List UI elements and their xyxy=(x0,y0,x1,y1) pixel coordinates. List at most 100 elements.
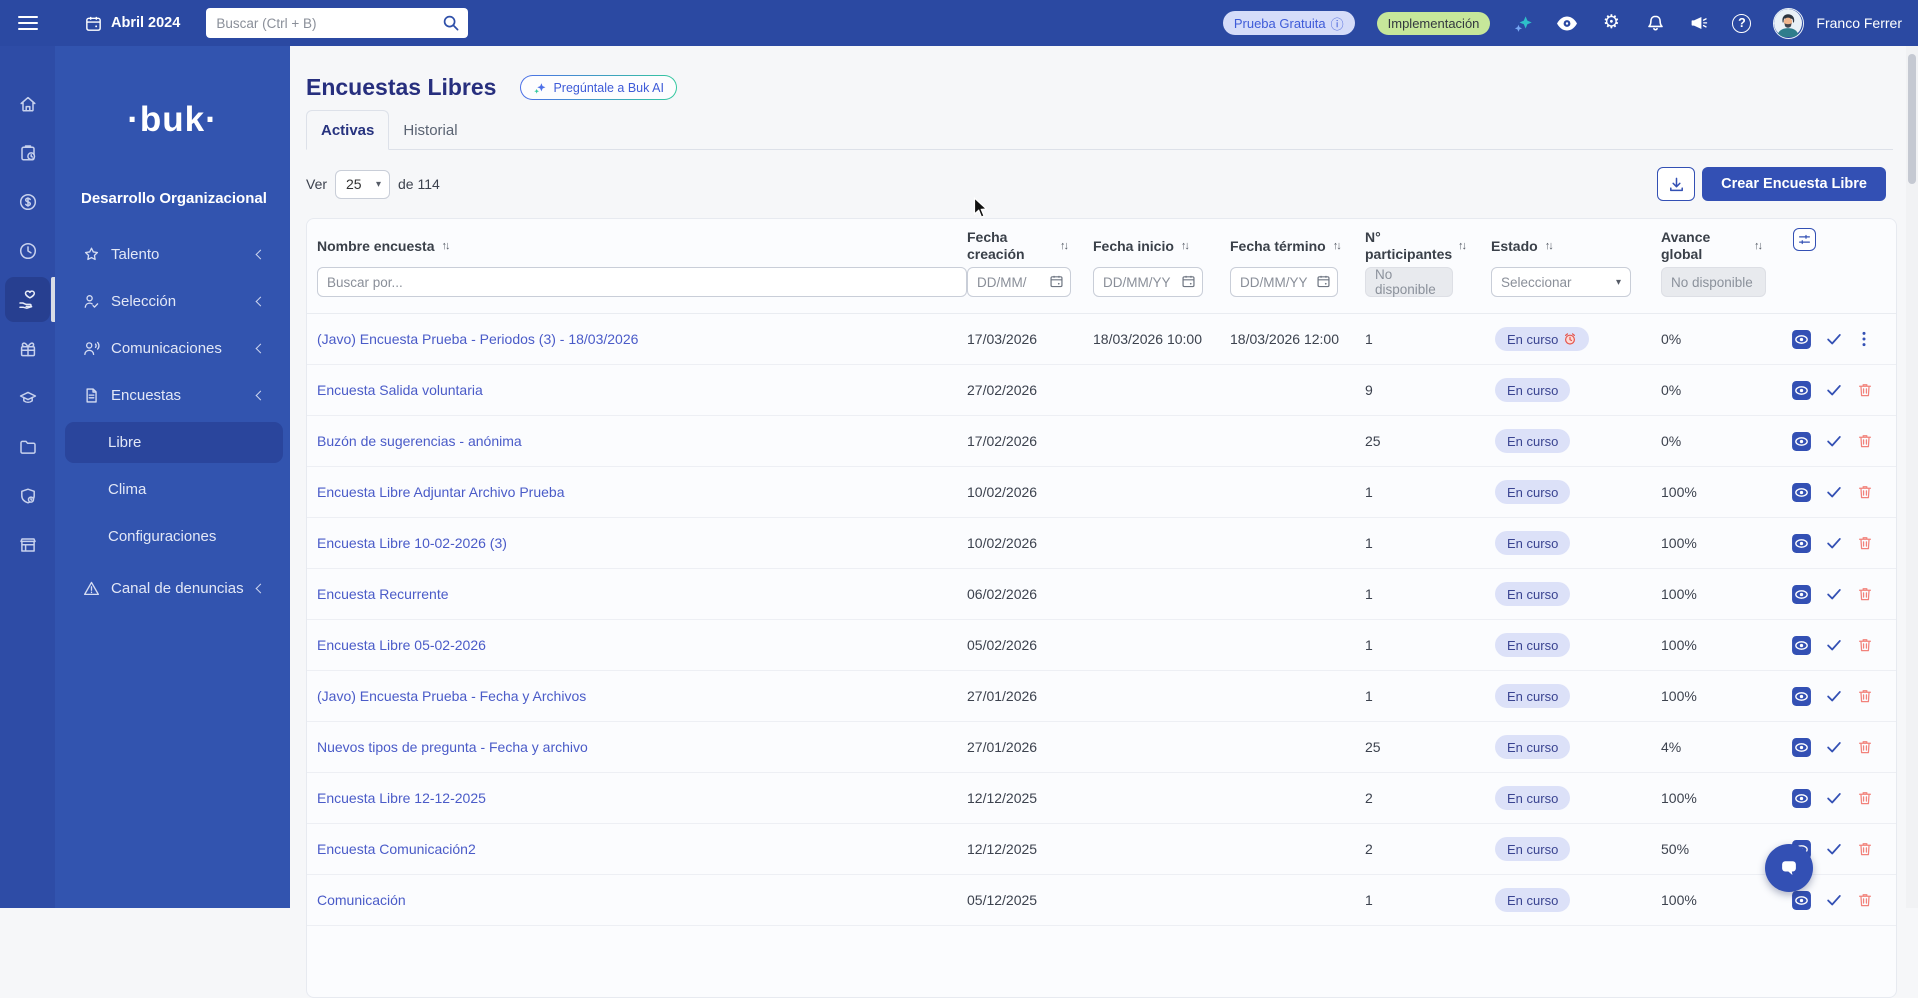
sidebar-item-encuestas[interactable]: Encuestas xyxy=(55,372,290,419)
sort-icon[interactable]: ↑↓ xyxy=(1545,238,1554,255)
survey-name-link[interactable]: Encuesta Libre 10-02-2026 (3) xyxy=(317,535,507,551)
rail-folder-icon[interactable] xyxy=(0,422,55,471)
rail-dollar-icon[interactable] xyxy=(0,177,55,226)
column-settings-button[interactable] xyxy=(1793,228,1816,251)
sparkle-ai-icon[interactable] xyxy=(1512,12,1534,34)
survey-name-link[interactable]: Buzón de sugerencias - anónima xyxy=(317,433,522,449)
search-icon[interactable] xyxy=(442,14,460,37)
rail-store-icon[interactable] xyxy=(0,520,55,569)
help-icon[interactable]: ? xyxy=(1732,13,1752,33)
rail-gift-icon[interactable] xyxy=(0,324,55,373)
calendar-icon[interactable] xyxy=(1316,274,1331,294)
survey-name-link[interactable]: Encuesta Comunicación2 xyxy=(317,841,476,857)
check-icon-button[interactable] xyxy=(1825,687,1843,705)
preview-eye-icon-button[interactable] xyxy=(1791,737,1812,758)
preview-eye-icon-button[interactable] xyxy=(1791,890,1812,911)
sort-icon[interactable]: ↑↓ xyxy=(1333,238,1342,255)
tab-historial[interactable]: Historial xyxy=(389,110,471,150)
column-header-fecha-inicio[interactable]: Fecha inicio ↑↓ xyxy=(1093,238,1230,255)
rail-clipboard-clock-icon[interactable] xyxy=(0,128,55,177)
column-header-fecha-creacion[interactable]: Fecha creación ↑↓ xyxy=(967,229,1093,263)
trash-icon-button[interactable] xyxy=(1856,738,1874,756)
check-icon-button[interactable] xyxy=(1825,534,1843,552)
trial-badge[interactable]: Prueba Gratuita ⓘ xyxy=(1222,11,1355,35)
hamburger-menu-icon[interactable] xyxy=(18,16,38,30)
survey-name-link[interactable]: (Javo) Encuesta Prueba - Fecha y Archivo… xyxy=(317,688,586,704)
survey-name-link[interactable]: Encuesta Recurrente xyxy=(317,586,449,602)
gear-icon[interactable]: ⚙ xyxy=(1600,12,1622,34)
survey-name-link[interactable]: Encuesta Libre 05-02-2026 xyxy=(317,637,486,653)
survey-name-link[interactable]: Encuesta Libre 12-12-2025 xyxy=(317,790,486,806)
avatar[interactable] xyxy=(1773,7,1805,39)
column-header-estado[interactable]: Estado ↑↓ xyxy=(1491,238,1661,255)
trash-icon-button[interactable] xyxy=(1856,840,1874,858)
check-icon-button[interactable] xyxy=(1825,636,1843,654)
preview-eye-icon-button[interactable] xyxy=(1791,329,1812,350)
preview-eye-icon-button[interactable] xyxy=(1791,431,1812,452)
column-header-avance[interactable]: Avance global ↑↓ xyxy=(1661,229,1791,263)
column-header-fecha-termino[interactable]: Fecha término ↑↓ xyxy=(1230,238,1365,255)
rail-home-icon[interactable] xyxy=(0,79,55,128)
vertical-scrollbar[interactable] xyxy=(1906,46,1918,908)
preview-eye-icon-button[interactable] xyxy=(1791,686,1812,707)
bell-icon[interactable] xyxy=(1644,12,1666,34)
survey-name-link[interactable]: Comunicación xyxy=(317,892,406,908)
tab-activas[interactable]: Activas xyxy=(306,110,390,150)
implementation-badge[interactable]: Implementación xyxy=(1376,11,1491,35)
trash-icon-button[interactable] xyxy=(1856,585,1874,603)
preview-eye-icon-button[interactable] xyxy=(1791,482,1812,503)
rail-clock-icon[interactable] xyxy=(0,226,55,275)
filter-estado-select[interactable]: Seleccionar ▾ xyxy=(1491,267,1631,297)
sidebar-item-comunicaciones[interactable]: Comunicaciones xyxy=(55,325,290,372)
calendar-icon[interactable] xyxy=(1181,274,1196,294)
trash-icon-button[interactable] xyxy=(1856,534,1874,552)
sidebar-item-talento[interactable]: Talento xyxy=(55,231,290,278)
survey-name-link[interactable]: Nuevos tipos de pregunta - Fecha y archi… xyxy=(317,739,588,755)
sidebar-subitem-clima[interactable]: Clima xyxy=(55,466,290,513)
create-survey-button[interactable]: Crear Encuesta Libre xyxy=(1702,167,1886,201)
sort-icon[interactable]: ↑↓ xyxy=(1458,238,1467,255)
preview-eye-icon-button[interactable] xyxy=(1791,788,1812,809)
sidebar-item-canal-denuncias[interactable]: Canal de denuncias xyxy=(55,565,290,612)
trash-icon-button[interactable] xyxy=(1856,789,1874,807)
column-header-nombre[interactable]: Nombre encuesta ↑↓ xyxy=(317,238,967,255)
check-icon-button[interactable] xyxy=(1825,891,1843,909)
sidebar-subitem-libre[interactable]: Libre xyxy=(55,419,290,466)
ask-buk-ai-button[interactable]: Pregúntale a Buk AI xyxy=(520,75,677,100)
sort-icon[interactable]: ↑↓ xyxy=(1060,238,1069,255)
download-button[interactable] xyxy=(1657,167,1696,201)
preview-eye-icon-button[interactable] xyxy=(1791,380,1812,401)
trash-icon-button[interactable] xyxy=(1856,636,1874,654)
column-header-participantes[interactable]: N° participantes ↑↓ xyxy=(1365,229,1491,263)
survey-name-link[interactable]: (Javo) Encuesta Prueba - Periodos (3) - … xyxy=(317,331,638,347)
trash-icon-button[interactable] xyxy=(1856,687,1874,705)
trash-icon-button[interactable] xyxy=(1856,432,1874,450)
trash-icon-button[interactable] xyxy=(1856,483,1874,501)
sidebar-subitem-configuraciones[interactable]: Configuraciones xyxy=(55,513,290,560)
rail-shield-icon[interactable] xyxy=(0,471,55,520)
preview-eye-icon-button[interactable] xyxy=(1791,584,1812,605)
check-icon-button[interactable] xyxy=(1825,738,1843,756)
rail-graduation-cap-icon[interactable] xyxy=(0,373,55,422)
rail-hand-heart-icon[interactable] xyxy=(0,275,55,324)
chat-button[interactable] xyxy=(1765,844,1813,892)
user-name[interactable]: Franco Ferrer xyxy=(1816,15,1902,31)
search-input[interactable] xyxy=(206,8,469,38)
survey-name-link[interactable]: Encuesta Libre Adjuntar Archivo Prueba xyxy=(317,484,565,500)
trash-icon-button[interactable] xyxy=(1856,891,1874,909)
visibility-eye-icon[interactable] xyxy=(1556,12,1578,34)
kebab-icon-button[interactable] xyxy=(1856,330,1872,348)
scrollbar-thumb[interactable] xyxy=(1908,54,1916,184)
sort-icon[interactable]: ↑↓ xyxy=(1181,238,1190,255)
period-selector[interactable]: Abril 2024 xyxy=(84,14,180,33)
survey-name-link[interactable]: Encuesta Salida voluntaria xyxy=(317,382,483,398)
megaphone-icon[interactable] xyxy=(1688,12,1710,34)
sort-icon[interactable]: ↑↓ xyxy=(1754,238,1763,255)
preview-eye-icon-button[interactable] xyxy=(1791,635,1812,656)
calendar-icon[interactable] xyxy=(1049,274,1064,294)
check-icon-button[interactable] xyxy=(1825,330,1843,348)
check-icon-button[interactable] xyxy=(1825,789,1843,807)
sidebar-item-seleccion[interactable]: Selección xyxy=(55,278,290,325)
preview-eye-icon-button[interactable] xyxy=(1791,533,1812,554)
filter-name-input[interactable] xyxy=(317,267,967,297)
